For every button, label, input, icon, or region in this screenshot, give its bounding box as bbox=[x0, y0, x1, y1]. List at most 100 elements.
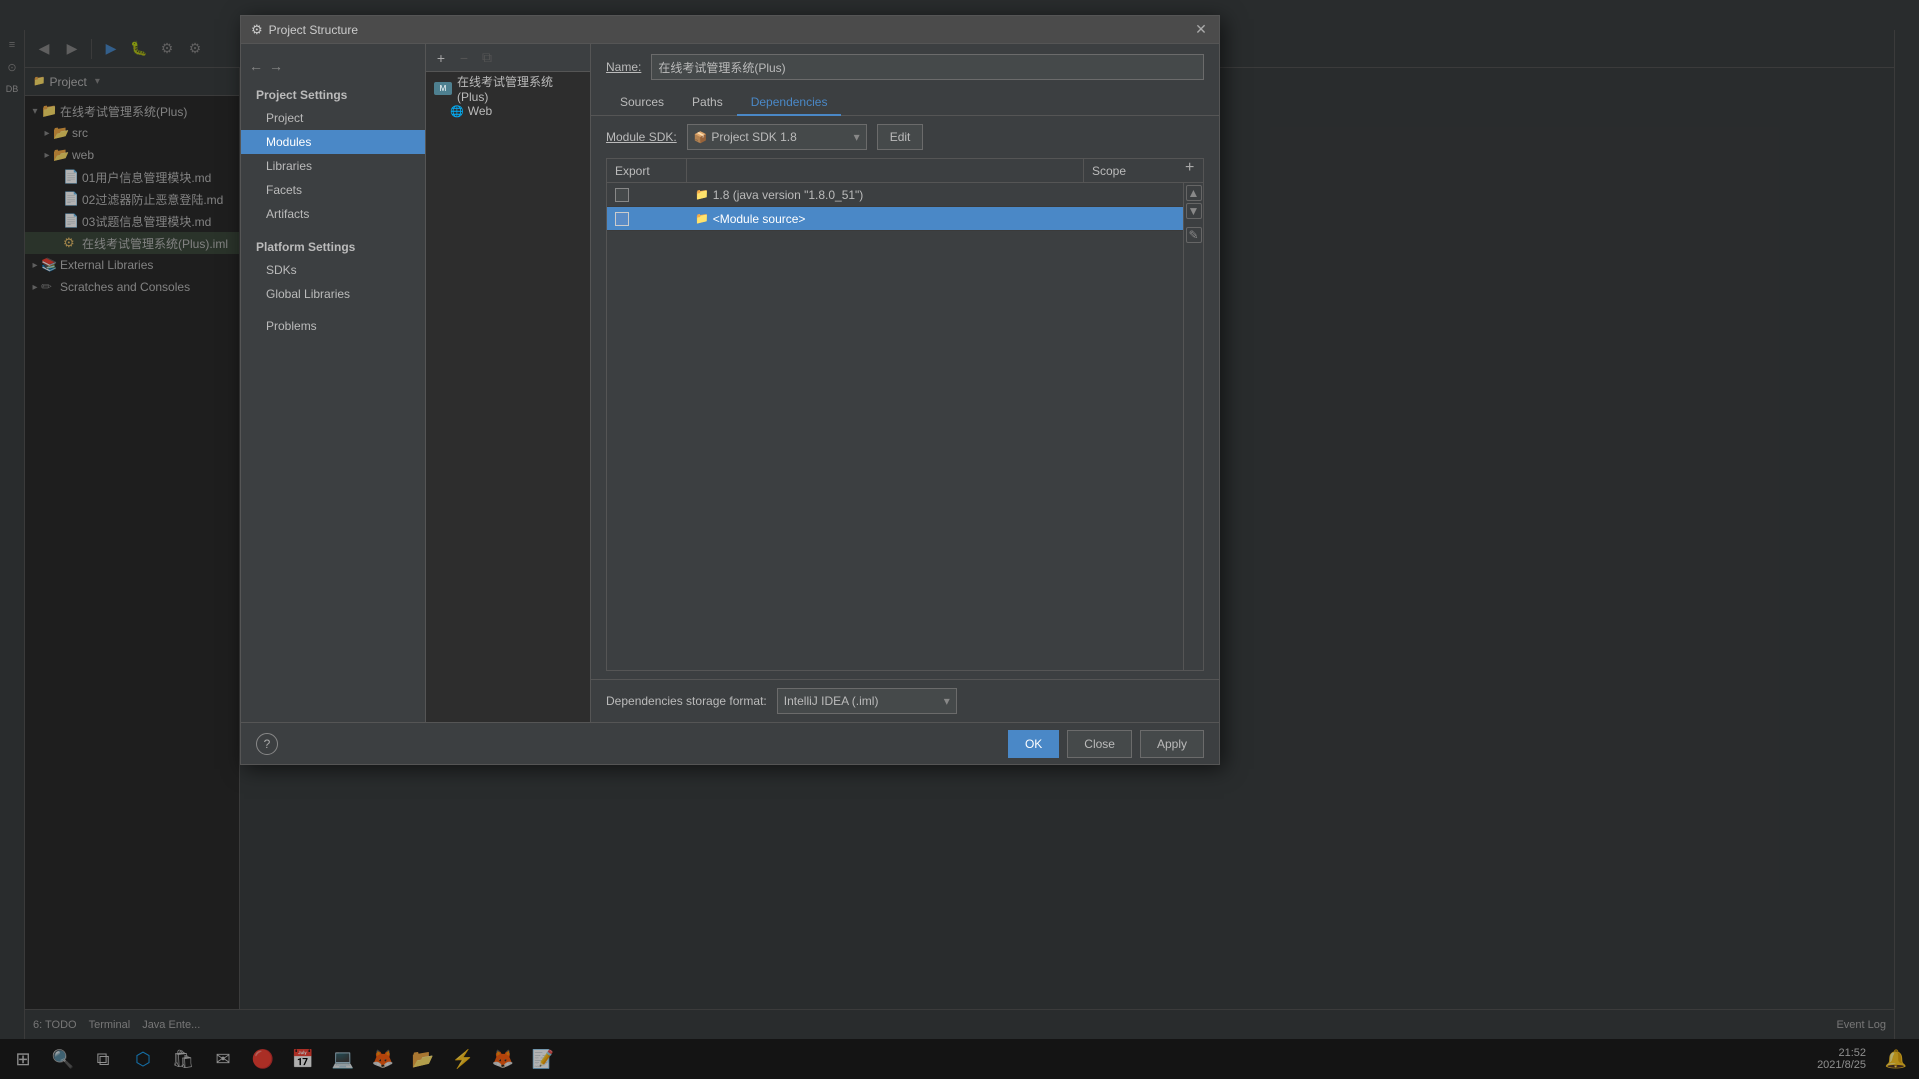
sdk-select[interactable]: 📦 Project SDK 1.8 ▾ bbox=[687, 124, 867, 150]
nav-facets-label: Facets bbox=[266, 183, 302, 197]
dep-export-1 bbox=[607, 188, 687, 202]
dep-row-jdk[interactable]: 📁 1.8 (java version "1.8.0_51") bbox=[607, 183, 1183, 207]
platform-settings-header: Platform Settings bbox=[241, 234, 425, 258]
ok-label: OK bbox=[1025, 737, 1042, 751]
content-footer: Dependencies storage format: IntelliJ ID… bbox=[591, 679, 1219, 722]
dialog-icon: ⚙ bbox=[251, 22, 263, 38]
nav-item-facets[interactable]: Facets bbox=[241, 178, 425, 202]
dep-export-2 bbox=[607, 212, 687, 226]
dialog-close-button[interactable]: ✕ bbox=[1193, 22, 1209, 38]
nav-problems-label: Problems bbox=[266, 319, 317, 333]
tab-sources[interactable]: Sources bbox=[606, 90, 678, 116]
nav-arrows: ← → bbox=[241, 54, 425, 78]
module-copy-btn[interactable]: ⧉ bbox=[477, 48, 497, 68]
dep-folder-icon-2: 📁 bbox=[695, 212, 709, 225]
nav-global-lib-label: Global Libraries bbox=[266, 287, 350, 301]
nav-item-modules[interactable]: Modules bbox=[241, 130, 425, 154]
nav-modules-label: Modules bbox=[266, 135, 311, 149]
nav-item-artifacts[interactable]: Artifacts bbox=[241, 202, 425, 226]
tab-sources-label: Sources bbox=[620, 95, 664, 109]
dep-edit-btn[interactable]: ✎ bbox=[1186, 227, 1202, 243]
module-list-items: M 在线考试管理系统(Plus) 🌐 Web bbox=[426, 72, 590, 722]
col-add[interactable]: + bbox=[1183, 159, 1203, 182]
module-remove-btn[interactable]: − bbox=[454, 48, 474, 68]
dep-checkbox-1[interactable] bbox=[615, 188, 629, 202]
nav-artifacts-label: Artifacts bbox=[266, 207, 309, 221]
project-structure-dialog: ⚙ Project Structure ✕ ← → Project Settin… bbox=[240, 15, 1220, 765]
tab-paths-label: Paths bbox=[692, 95, 723, 109]
nav-forward-arrow[interactable]: → bbox=[269, 58, 283, 74]
col-scope: Scope bbox=[1083, 159, 1183, 182]
dep-side-buttons: ▲ ▼ ✎ bbox=[1183, 183, 1203, 670]
nav-item-project[interactable]: Project bbox=[241, 106, 425, 130]
tab-paths[interactable]: Paths bbox=[678, 90, 737, 116]
sdk-dropdown-arrow: ▾ bbox=[854, 130, 860, 144]
nav-item-libraries[interactable]: Libraries bbox=[241, 154, 425, 178]
dep-name-label-1: 1.8 (java version "1.8.0_51") bbox=[713, 188, 864, 202]
dialog-title: Project Structure bbox=[269, 23, 1193, 37]
footer-select-arrow: ▾ bbox=[944, 694, 950, 708]
name-label: Name: bbox=[606, 60, 641, 74]
nav-sdks-label: SDKs bbox=[266, 263, 297, 277]
dep-table-body-container: 📁 1.8 (java version "1.8.0_51") 📁 bbox=[607, 183, 1203, 670]
sdk-select-icon: 📦 bbox=[694, 131, 708, 144]
apply-label: Apply bbox=[1157, 737, 1187, 751]
nav-project-label: Project bbox=[266, 111, 303, 125]
dialog-footer-left: ? bbox=[256, 733, 278, 755]
dep-name-2: 📁 <Module source> bbox=[687, 212, 1083, 226]
nav-sep bbox=[241, 226, 425, 234]
dep-table-header: Export Scope + bbox=[607, 159, 1203, 183]
dep-table-body: 📁 1.8 (java version "1.8.0_51") 📁 bbox=[607, 183, 1183, 670]
nav-back-arrow[interactable]: ← bbox=[249, 58, 263, 74]
name-input[interactable] bbox=[651, 54, 1204, 80]
nav-sep2 bbox=[241, 306, 425, 314]
sdk-label: Module SDK: bbox=[606, 130, 677, 144]
nav-item-sdks[interactable]: SDKs bbox=[241, 258, 425, 282]
dialog-nav: ← → Project Settings Project Modules Lib… bbox=[241, 44, 426, 722]
module-name-label: 在线考试管理系统(Plus) bbox=[457, 73, 582, 104]
web-sub-label: Web bbox=[468, 104, 492, 118]
help-button[interactable]: ? bbox=[256, 733, 278, 755]
close-label: Close bbox=[1084, 737, 1115, 751]
module-list-toolbar: + − ⧉ bbox=[426, 44, 590, 72]
edit-sdk-button[interactable]: Edit bbox=[877, 124, 924, 150]
footer-select-value: IntelliJ IDEA (.iml) bbox=[784, 694, 879, 708]
tab-dependencies-label: Dependencies bbox=[751, 95, 828, 109]
dep-checkbox-2[interactable] bbox=[615, 212, 629, 226]
close-button[interactable]: Close bbox=[1067, 730, 1132, 758]
dep-row-module-source[interactable]: 📁 <Module source> bbox=[607, 207, 1183, 231]
col-export: Export bbox=[607, 159, 687, 182]
dialog-footer: ? OK Close Apply bbox=[241, 722, 1219, 764]
dep-scroll-down[interactable]: ▼ bbox=[1186, 203, 1202, 219]
scope-col-label: Scope bbox=[1092, 164, 1126, 178]
sdk-select-value: Project SDK 1.8 bbox=[711, 130, 796, 144]
nav-libraries-label: Libraries bbox=[266, 159, 312, 173]
module-mod-icon: M bbox=[434, 82, 452, 95]
apply-button[interactable]: Apply bbox=[1140, 730, 1204, 758]
module-add-btn[interactable]: + bbox=[431, 48, 451, 68]
ok-button[interactable]: OK bbox=[1008, 730, 1059, 758]
dep-name-1: 📁 1.8 (java version "1.8.0_51") bbox=[687, 188, 1083, 202]
module-list-panel: + − ⧉ M 在线考试管理系统(Plus) 🌐 Web bbox=[426, 44, 591, 722]
edit-btn-label: Edit bbox=[890, 130, 911, 144]
dialog-titlebar: ⚙ Project Structure ✕ bbox=[241, 16, 1219, 44]
content-tabs: Sources Paths Dependencies bbox=[591, 90, 1219, 116]
col-name-header bbox=[687, 159, 1083, 182]
module-item-main[interactable]: M 在线考试管理系统(Plus) bbox=[426, 76, 590, 100]
tab-dependencies[interactable]: Dependencies bbox=[737, 90, 842, 116]
project-settings-header: Project Settings bbox=[241, 82, 425, 106]
footer-format-label: Dependencies storage format: bbox=[606, 694, 767, 708]
footer-format-select[interactable]: IntelliJ IDEA (.iml) ▾ bbox=[777, 688, 957, 714]
dialog-content: Name: Sources Paths Dependencies Module … bbox=[591, 44, 1219, 722]
nav-item-global-libraries[interactable]: Global Libraries bbox=[241, 282, 425, 306]
web-sub-icon: 🌐 bbox=[450, 105, 464, 118]
dep-table-container: Export Scope + bbox=[606, 158, 1204, 671]
dep-name-label-2: <Module source> bbox=[713, 212, 806, 226]
dialog-body: ← → Project Settings Project Modules Lib… bbox=[241, 44, 1219, 722]
dep-scroll-up[interactable]: ▲ bbox=[1186, 185, 1202, 201]
help-icon: ? bbox=[264, 737, 271, 751]
add-dep-btn[interactable]: + bbox=[1183, 159, 1196, 176]
content-name-row: Name: bbox=[591, 44, 1219, 90]
dep-folder-icon-1: 📁 bbox=[695, 188, 709, 201]
nav-item-problems[interactable]: Problems bbox=[241, 314, 425, 338]
